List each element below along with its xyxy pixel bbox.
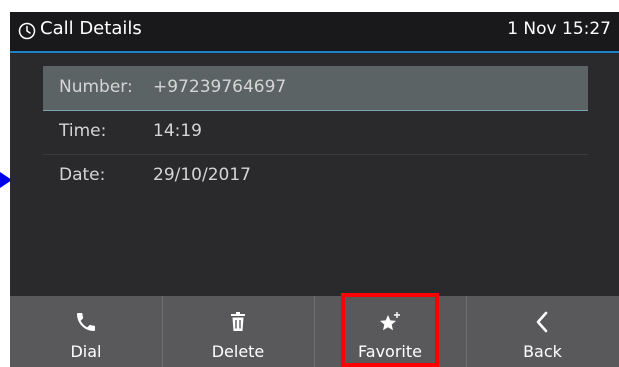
status-datetime: 1 Nov 15:27 — [507, 19, 611, 39]
page-title: Call Details — [40, 18, 142, 39]
clock-icon — [18, 22, 36, 40]
dial-button[interactable]: Dial — [10, 296, 163, 367]
trash-icon — [231, 312, 245, 331]
back-button[interactable]: Back — [466, 296, 619, 367]
delete-button[interactable]: Delete — [162, 296, 315, 367]
favorite-highlight-box — [341, 293, 439, 367]
phone-icon — [77, 313, 95, 331]
detail-row-time[interactable]: Time: 14:19 — [43, 110, 588, 155]
detail-value: 14:19 — [153, 121, 202, 141]
chevron-left-icon — [536, 311, 547, 333]
softkey-bar: Dial Delete Favorite Back — [10, 296, 619, 367]
title-bar: Call Details 1 Nov 15:27 — [10, 12, 619, 53]
detail-value: 29/10/2017 — [153, 165, 251, 185]
detail-row-date[interactable]: Date: 29/10/2017 — [43, 154, 588, 198]
phone-screen: Call Details 1 Nov 15:27 Number: +972397… — [10, 12, 619, 367]
detail-label: Time: — [59, 121, 107, 141]
detail-label: Date: — [59, 165, 106, 185]
detail-row-number[interactable]: Number: +97239764697 — [43, 66, 588, 111]
detail-label: Number: — [59, 77, 133, 97]
softkey-label: Dial — [70, 342, 102, 361]
softkey-label: Delete — [211, 342, 265, 361]
detail-value: +97239764697 — [153, 77, 287, 97]
softkey-label: Back — [523, 342, 562, 361]
